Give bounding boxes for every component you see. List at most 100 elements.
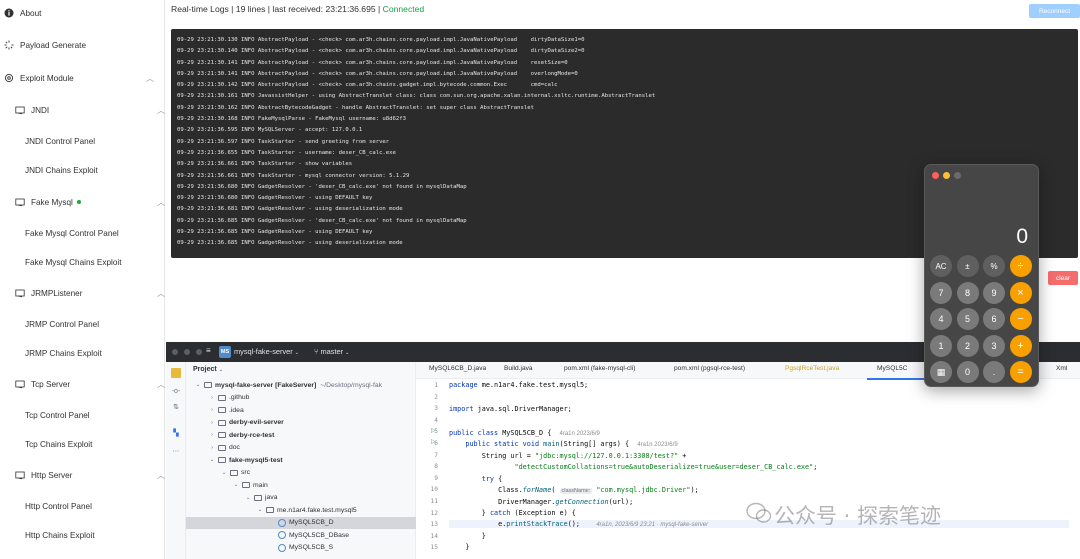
project-pane-title[interactable]: Project ⌄ — [193, 366, 223, 373]
sidebar-item-exploit-module[interactable]: Exploit Module ︿ — [4, 67, 168, 89]
tab-pgsqlrcetest[interactable]: PgsqlRceTest.java — [785, 365, 839, 372]
window-minimize-control[interactable] — [943, 172, 950, 179]
key-3[interactable]: 3 — [983, 334, 1005, 357]
multiply-key[interactable]: × — [1009, 281, 1032, 304]
tab-mysql5cb-d[interactable]: MySQL5C — [877, 365, 907, 372]
pull-requests-icon[interactable]: ⇅ — [171, 402, 181, 412]
key-6[interactable]: 6 — [983, 308, 1005, 330]
more-tools-icon[interactable]: ⋯ — [171, 446, 181, 456]
window-maximize-control[interactable] — [196, 349, 202, 355]
structure-icon[interactable]: ▚ — [171, 428, 181, 438]
sidebar-item-fake-mysql[interactable]: Fake Mysql ︿ — [15, 191, 179, 213]
sidebar-item-http-server[interactable]: Http Server ︿ — [15, 464, 179, 486]
sidebar-item-jrmplistener[interactable]: JRMPListener ︿ — [15, 282, 179, 304]
run-icon[interactable]: ▷ — [431, 438, 437, 445]
log-line: 09-29 23:21:36.655 INFO TaskStarter - us… — [177, 149, 396, 156]
window-maximize-control[interactable] — [954, 172, 961, 179]
code-editor[interactable]: package me.n1ar4.fake.test.mysql5; impor… — [449, 379, 1079, 559]
key-7[interactable]: 7 — [930, 281, 952, 304]
tree-item[interactable]: ⌄ mysql-fake-server [FakeServer] ~/Desktop… — [186, 379, 416, 392]
tree-item[interactable]: ⌄ java — [186, 492, 416, 505]
sidebar-item-tcp-control-panel[interactable]: Tcp Control Panel — [25, 404, 189, 426]
window-close-control[interactable] — [932, 172, 939, 179]
log-line: 09-29 23:21:30.140 INFO AbstractPayload … — [177, 48, 585, 55]
log-line: 09-29 23:21:30.168 INFO FakeMysqlParse -… — [177, 116, 407, 123]
key-1[interactable]: 1 — [930, 334, 952, 357]
tree-item[interactable]: › .idea — [186, 404, 416, 417]
sidebar-item-jndi-control-panel[interactable]: JNDI Control Panel — [25, 130, 189, 152]
sidebar-item-about[interactable]: About — [4, 2, 168, 24]
tree-toggle-icon[interactable]: ⌄ — [194, 382, 202, 388]
decimal-key[interactable]: . — [983, 361, 1005, 383]
tree-item-label: MySQL5CB_D — [289, 519, 334, 527]
sidebar-item-jrmp-chains-exploit[interactable]: JRMP Chains Exploit — [25, 342, 189, 364]
code-line: public class MySQL5CB_D { 4ra1n 2023/6/9 — [449, 429, 600, 437]
sidebar-item-label: JNDI Control Panel — [25, 136, 96, 146]
tree-item[interactable]: MySQL5CB_DBase — [186, 529, 416, 542]
tree-item[interactable]: ⌄ src — [186, 467, 416, 480]
tree-item[interactable]: MySQL5CB_S — [186, 542, 416, 555]
sidebar-item-http-control-panel[interactable]: Http Control Panel — [25, 495, 189, 517]
key-4[interactable]: 4 — [930, 308, 952, 330]
equals-key[interactable]: = — [1009, 361, 1032, 383]
tree-item[interactable]: › derby-rce-test — [186, 429, 416, 442]
tab-build[interactable]: Build.java — [504, 365, 533, 372]
tree-toggle-icon[interactable]: › — [208, 395, 216, 401]
sidebar-item-tcp-chains-exploit[interactable]: Tcp Chains Exploit — [25, 433, 189, 455]
calculator-mode-key[interactable]: ▦ — [930, 361, 952, 383]
tree-toggle-icon[interactable]: ⌄ — [232, 482, 240, 488]
tab-pom-fake-mysql-cli[interactable]: pom.xml (fake-mysql-cli) — [564, 365, 635, 372]
run-icon[interactable]: ▷ — [431, 427, 437, 434]
tree-toggle-icon[interactable]: › — [208, 407, 216, 413]
tab-mysql6cb-d[interactable]: MySQL6CB_D.java — [429, 365, 486, 372]
add-key[interactable]: + — [1009, 334, 1032, 357]
divide-key[interactable]: ÷ — [1009, 255, 1032, 277]
branch-switcher[interactable]: ⑂ master ⌄ — [314, 347, 349, 356]
window-close-control[interactable] — [172, 349, 178, 355]
plus-minus-key[interactable]: ± — [956, 255, 979, 277]
tree-item[interactable]: › .github — [186, 392, 416, 405]
sidebar-item-payload-generate[interactable]: Payload Generate — [4, 34, 168, 56]
tab-pom-pgsql-rce-test[interactable]: pom.xml (pgsql-rce-test) — [674, 365, 745, 372]
reconnect-button[interactable]: Reconnect — [1029, 4, 1080, 18]
sidebar-item-label: Http Chains Exploit — [25, 530, 95, 540]
sidebar-item-jrmp-control-panel[interactable]: JRMP Control Panel — [25, 313, 189, 335]
subtract-key[interactable]: − — [1009, 308, 1032, 330]
sidebar-item-http-chains-exploit[interactable]: Http Chains Exploit — [25, 524, 189, 546]
project-switcher[interactable]: mysql-fake-server ⌄ — [234, 347, 299, 356]
clear-button[interactable]: clear — [1048, 271, 1078, 285]
sidebar-item-fake-mysql-control-panel[interactable]: Fake Mysql Control Panel — [25, 222, 189, 244]
key-9[interactable]: 9 — [983, 281, 1005, 304]
tree-toggle-icon[interactable]: ⌄ — [244, 495, 252, 501]
tree-toggle-icon[interactable]: ⌄ — [220, 470, 228, 476]
sidebar-item-fake-mysql-chains-exploit[interactable]: Fake Mysql Chains Exploit — [25, 251, 189, 273]
tree-item[interactable]: ⌄ me.n1ar4.fake.test.mysql5 — [186, 504, 416, 517]
folder-icon — [218, 394, 226, 401]
sidebar-item-jndi[interactable]: JNDI ︿ — [15, 99, 179, 121]
menu-icon[interactable]: ≡ — [206, 346, 211, 355]
tab-xml[interactable]: Xml — [1056, 365, 1067, 372]
window-minimize-control[interactable] — [184, 349, 190, 355]
all-clear-key[interactable]: AC — [930, 255, 952, 277]
tree-item[interactable]: ⌄ main — [186, 479, 416, 492]
tree-item-label: doc — [229, 444, 240, 452]
tree-toggle-icon[interactable]: ⌄ — [208, 457, 216, 463]
tree-item[interactable]: › doc — [186, 442, 416, 455]
line-number: 4 — [434, 416, 438, 424]
key-8[interactable]: 8 — [956, 281, 979, 304]
sidebar-item-jndi-chains-exploit[interactable]: JNDI Chains Exploit — [25, 159, 189, 181]
tree-item[interactable]: MySQL5CB_D — [186, 516, 416, 529]
key-2[interactable]: 2 — [956, 334, 979, 357]
tree-toggle-icon[interactable]: › — [208, 420, 216, 426]
project-tool-icon[interactable] — [171, 368, 181, 378]
sidebar-item-tcp-server[interactable]: Tcp Server ︿ — [15, 373, 179, 395]
tree-item[interactable]: ⌄ fake-mysql5-test — [186, 454, 416, 467]
tree-toggle-icon[interactable]: › — [208, 432, 216, 438]
percent-key[interactable]: % — [983, 255, 1005, 277]
commit-tool-icon[interactable]: -o- — [171, 386, 181, 396]
key-0[interactable]: 0 — [956, 361, 979, 383]
tree-item[interactable]: › derby-evil-server — [186, 417, 416, 430]
tree-toggle-icon[interactable]: › — [208, 445, 216, 451]
tree-toggle-icon[interactable]: ⌄ — [256, 507, 264, 513]
key-5[interactable]: 5 — [956, 308, 979, 330]
